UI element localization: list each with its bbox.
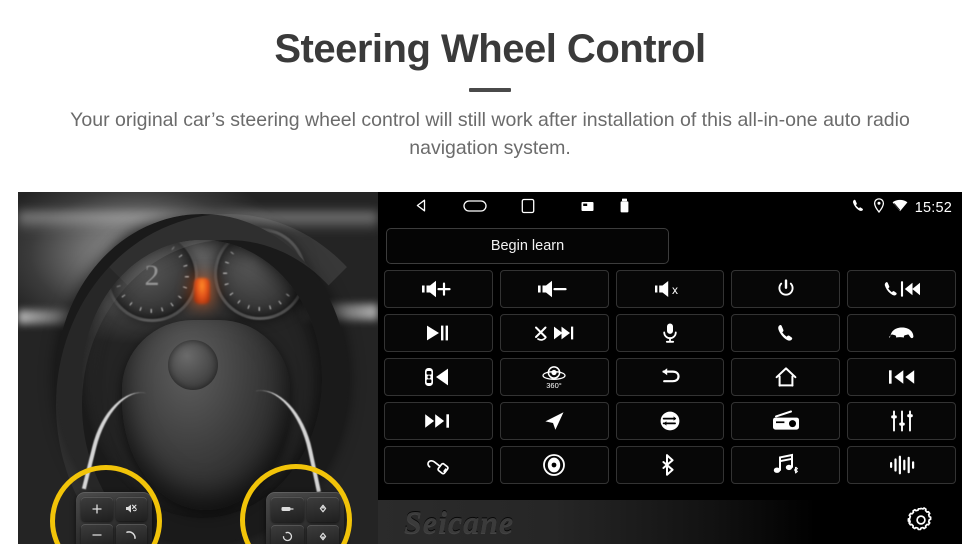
mute-next-button[interactable] bbox=[499, 314, 609, 352]
phone-icon bbox=[851, 198, 866, 218]
camera-360-button[interactable]: 360° bbox=[499, 358, 609, 396]
system-status-icons bbox=[581, 198, 629, 218]
content-strip: 2 15:52 Begin learn x 360° Seicane bbox=[18, 192, 962, 544]
back-button[interactable] bbox=[615, 358, 725, 396]
radio-button[interactable] bbox=[731, 402, 841, 440]
gear-icon[interactable] bbox=[906, 505, 936, 540]
unit-bottom-bar: Seicane bbox=[378, 500, 962, 544]
aux-usb-button[interactable] bbox=[384, 446, 493, 484]
voice-wave-button[interactable] bbox=[847, 446, 956, 484]
previous-track-button[interactable] bbox=[847, 358, 956, 396]
head-unit-screen: 15:52 Begin learn x 360° Seicane bbox=[378, 192, 962, 544]
airbag-emblem bbox=[168, 340, 218, 390]
location-icon bbox=[873, 198, 885, 218]
mute-button[interactable]: x bbox=[615, 270, 725, 308]
status-right-group: 15:52 bbox=[851, 198, 952, 218]
source-swap-button[interactable] bbox=[615, 402, 725, 440]
title-divider bbox=[469, 88, 511, 92]
voice-mic-button[interactable] bbox=[615, 314, 725, 352]
page-title: Steering Wheel Control bbox=[274, 27, 706, 71]
next-track-button[interactable] bbox=[384, 402, 493, 440]
brand-watermark: Seicane bbox=[404, 503, 515, 540]
steering-wheel-photo: 2 bbox=[18, 192, 378, 544]
usb-icon bbox=[620, 198, 629, 218]
page-root: Steering Wheel Control Your original car… bbox=[0, 0, 980, 544]
navigation-bar-icons bbox=[414, 198, 535, 219]
header: Steering Wheel Control Your original car… bbox=[0, 0, 980, 162]
equalizer-button[interactable] bbox=[847, 402, 956, 440]
status-clock: 15:52 bbox=[914, 200, 952, 216]
volume-down-button[interactable] bbox=[499, 270, 609, 308]
navigation-button[interactable] bbox=[499, 402, 609, 440]
home-icon[interactable] bbox=[463, 199, 487, 218]
recents-icon[interactable] bbox=[521, 198, 535, 219]
end-call-button[interactable] bbox=[847, 314, 956, 352]
volume-up-button[interactable] bbox=[384, 270, 493, 308]
svg-text:360°: 360° bbox=[546, 381, 562, 390]
sdcard-icon bbox=[581, 199, 594, 217]
parking-sensor-button[interactable] bbox=[384, 358, 493, 396]
power-button[interactable] bbox=[731, 270, 841, 308]
page-subtitle: Your original car’s steering wheel contr… bbox=[70, 109, 910, 159]
answer-call-button[interactable] bbox=[731, 314, 841, 352]
begin-learn-row: Begin learn bbox=[378, 224, 962, 270]
svg-text:x: x bbox=[672, 283, 678, 297]
home-button[interactable] bbox=[731, 358, 841, 396]
function-key-grid: x 360° bbox=[378, 270, 962, 484]
wifi-icon bbox=[892, 199, 908, 217]
back-icon[interactable] bbox=[414, 198, 429, 218]
bluetooth-music-button[interactable] bbox=[731, 446, 841, 484]
android-status-bar: 15:52 bbox=[378, 192, 962, 224]
call-prev-button[interactable] bbox=[847, 270, 956, 308]
bluetooth-button[interactable] bbox=[615, 446, 725, 484]
play-pause-button[interactable] bbox=[384, 314, 493, 352]
begin-learn-button[interactable]: Begin learn bbox=[386, 228, 669, 264]
disc-button[interactable] bbox=[499, 446, 609, 484]
